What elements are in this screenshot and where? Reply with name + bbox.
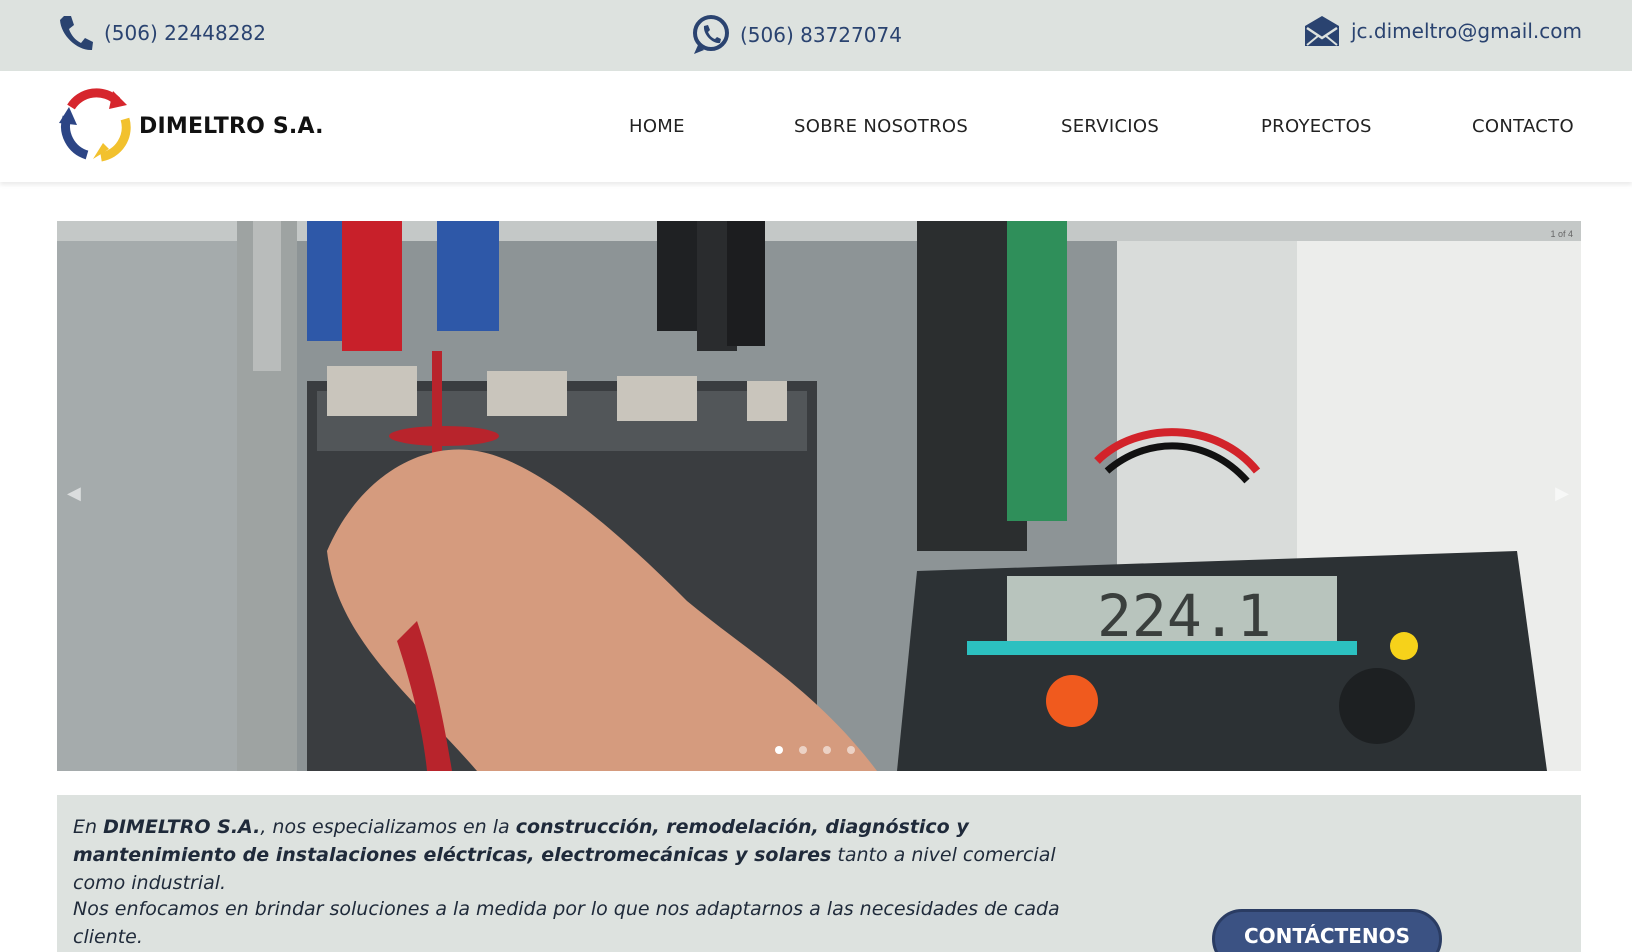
slider-prev-arrow[interactable]: ◀ xyxy=(67,483,81,504)
intro-paragraph-2: Nos enfocamos en brindar soluciones a la… xyxy=(73,898,1060,948)
slide-image: 224.1 xyxy=(57,221,1581,771)
whatsapp-icon xyxy=(690,14,730,56)
intro-brand: DIMELTRO S.A. xyxy=(103,816,261,838)
slide-counter: 1 of 4 xyxy=(1550,229,1573,239)
nav-sobre-nosotros[interactable]: SOBRE NOSOTROS xyxy=(794,116,968,137)
contact-cta-button[interactable]: CONTÁCTENOS xyxy=(1212,909,1442,952)
hero-slider[interactable]: 224.1 1 of 4 ◀ ▶ xyxy=(57,221,1581,771)
intro-text-c: , nos especializamos en la xyxy=(260,816,516,838)
intro-section: En DIMELTRO S.A., nos especializamos en … xyxy=(57,795,1581,952)
slider-dot-2[interactable] xyxy=(799,746,807,754)
meter-reading: 224.1 xyxy=(1097,582,1272,650)
slider-dot-1[interactable] xyxy=(775,746,783,754)
site-header: DIMELTRO S.A. HOME SOBRE NOSOTROS SERVIC… xyxy=(0,71,1632,182)
email-address[interactable]: jc.dimeltro@gmail.com xyxy=(1351,19,1582,43)
phone-number[interactable]: (506) 22448282 xyxy=(104,21,266,45)
nav-proyectos[interactable]: PROYECTOS xyxy=(1261,116,1372,137)
intro-text-a: En xyxy=(73,816,104,838)
slider-dot-3[interactable] xyxy=(823,746,831,754)
nav-contacto[interactable]: CONTACTO xyxy=(1472,116,1574,137)
slider-next-arrow[interactable]: ▶ xyxy=(1555,483,1569,504)
envelope-icon xyxy=(1303,14,1341,48)
contact-bar: (506) 22448282 (506) 83727074 jc.dimeltr… xyxy=(0,0,1632,71)
whatsapp-contact[interactable]: (506) 83727074 xyxy=(690,14,902,56)
email-contact[interactable]: jc.dimeltro@gmail.com xyxy=(1303,14,1582,48)
intro-paragraph: En DIMELTRO S.A., nos especializamos en … xyxy=(73,813,1073,897)
slider-dots xyxy=(775,746,855,754)
slider-dot-4[interactable] xyxy=(847,746,855,754)
nav-home[interactable]: HOME xyxy=(629,116,685,137)
phone-contact[interactable]: (506) 22448282 xyxy=(58,14,266,52)
nav-servicios[interactable]: SERVICIOS xyxy=(1061,116,1159,137)
phone-icon xyxy=(58,14,94,52)
main-nav: HOME SOBRE NOSOTROS SERVICIOS PROYECTOS … xyxy=(0,71,1632,182)
whatsapp-number[interactable]: (506) 83727074 xyxy=(740,23,902,47)
